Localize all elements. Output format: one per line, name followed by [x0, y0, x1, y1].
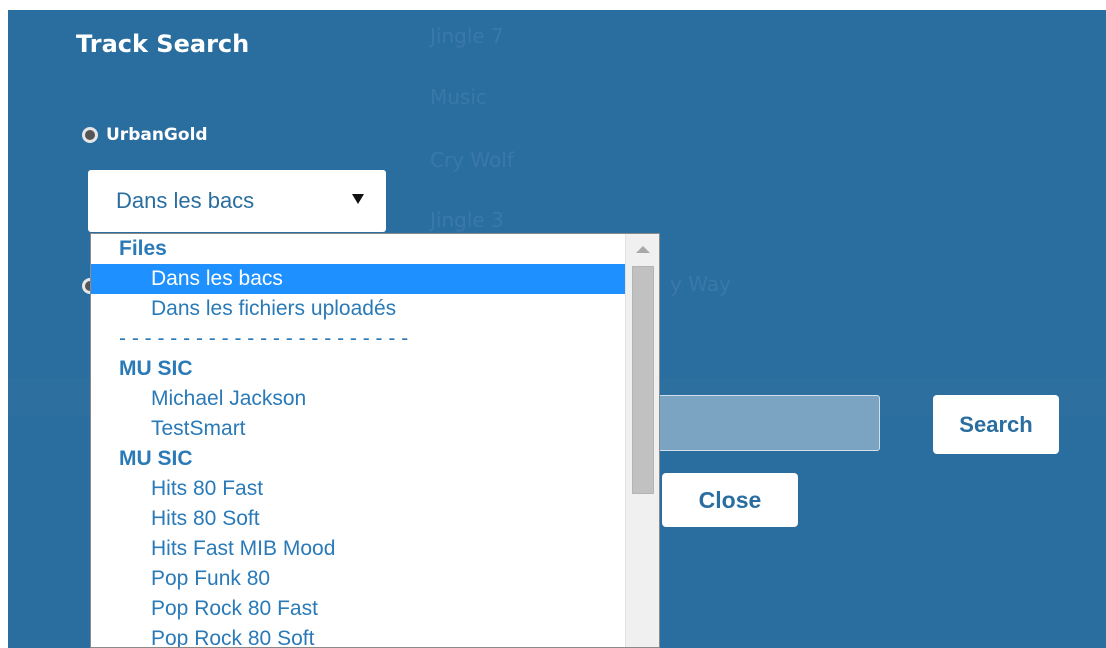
category-dropdown-list[interactable]: Files Dans les bacs Dans les fichiers uplo… [90, 233, 660, 648]
select-value: Dans les bacs [116, 188, 255, 213]
radio-icon[interactable] [82, 127, 98, 143]
dropdown-option[interactable]: Michael Jackson [91, 384, 625, 414]
dropdown-option[interactable]: Pop Rock 80 Fast [91, 594, 625, 624]
dropdown-options: Files Dans les bacs Dans les fichiers uplo… [91, 234, 625, 647]
dropdown-option[interactable]: Hits 80 Fast [91, 474, 625, 504]
dialog-title: Track Search [76, 30, 250, 58]
dropdown-option[interactable]: Dans les fichiers uploadés [91, 294, 625, 324]
background-track: Jingle 3 [430, 208, 504, 232]
dropdown-group-header: MU SIC [119, 447, 193, 470]
dropdown-option[interactable]: Hits 80 Soft [91, 504, 625, 534]
dropdown-option[interactable]: Dans les bacs [91, 264, 625, 294]
close-button[interactable]: Close [662, 473, 798, 527]
scrollbar-thumb[interactable] [632, 266, 654, 494]
dropdown-option[interactable]: TestSmart [91, 414, 625, 444]
dropdown-group-header: Files [119, 237, 167, 260]
dropdown-option[interactable]: Pop Rock 80 Soft [91, 624, 625, 647]
search-button[interactable]: Search [933, 395, 1059, 454]
dropdown-option[interactable]: Pop Funk 80 [91, 564, 625, 594]
background-track: y Way [670, 272, 731, 296]
dropdown-scrollbar[interactable] [625, 234, 659, 647]
dropdown-group-header: MU SIC [119, 357, 193, 380]
background-track: Cry Wolf [430, 148, 514, 172]
caret-down-icon [352, 194, 364, 204]
dropdown-option[interactable]: Hits Fast MIB Mood [91, 534, 625, 564]
source-radio-urbangold[interactable]: UrbanGold [82, 125, 208, 145]
background-track: Music [430, 85, 487, 109]
category-select[interactable]: Dans les bacs [88, 170, 386, 232]
background-track: Jingle 7 [430, 24, 504, 48]
scroll-up-arrow-icon[interactable] [636, 246, 650, 253]
search-input[interactable] [658, 395, 880, 451]
dropdown-separator: - - - - - - - - - - - - - - - - - - - - … [119, 327, 409, 350]
source-radio-label: UrbanGold [106, 125, 208, 145]
